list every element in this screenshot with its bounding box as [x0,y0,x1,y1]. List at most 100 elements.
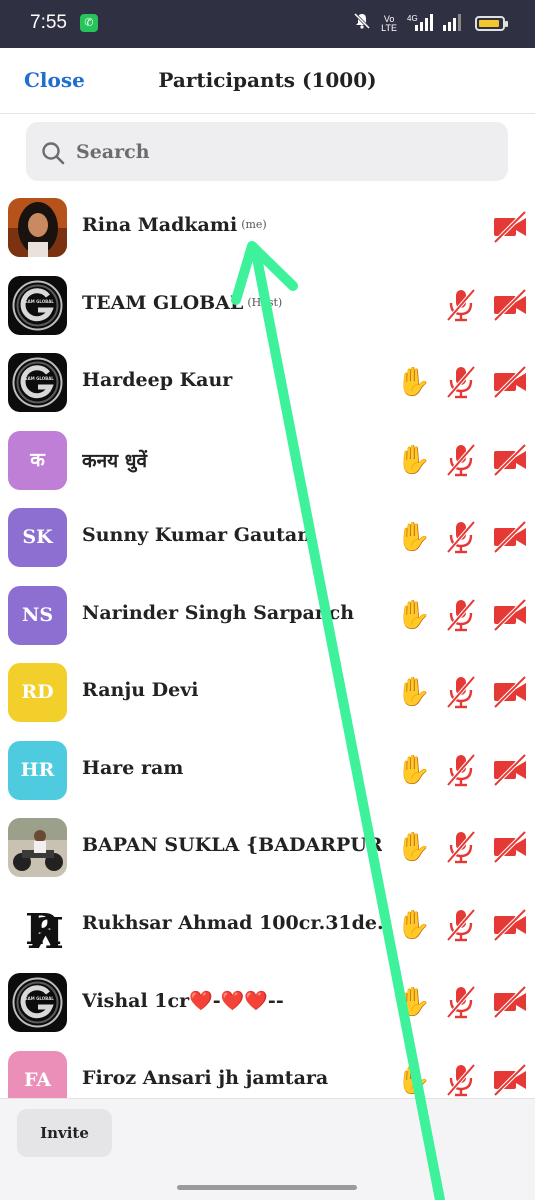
video-off-icon[interactable] [492,829,527,865]
participant-name: Vishal 1cr❤️-❤️❤️-- [82,990,284,1012]
signal-icon: 4G [407,13,433,35]
participants-list[interactable]: Rina Madkami (me) TEAM GLOBAL TEAM GLOBAL (H… [0,190,535,1098]
svg-text:TEAM GLOBAL: TEAM GLOBAL [22,996,54,1001]
participant-row[interactable]: TEAM GLOBAL Hardeep Kaur ✋ [0,345,535,422]
video-off-icon[interactable] [492,442,527,478]
participant-name-wrap: Firoz Ansari jh jamtara [82,1067,382,1089]
avatar [8,198,67,257]
avatar: SK [8,508,67,567]
mic-muted-icon[interactable] [444,597,478,633]
participant-row[interactable]: FA Firoz Ansari jh jamtara ✋ [0,1043,535,1098]
raised-hand-icon: ✋ [396,752,431,786]
participant-row[interactable]: TEAM GLOBAL Vishal 1cr❤️-❤️❤️-- ✋ [0,965,535,1042]
participant-row[interactable]: HR Hare ram ✋ [0,733,535,810]
avatar: क [8,430,67,490]
signal-icon-2 [443,13,465,35]
participant-row[interactable]: R R Rukhsar Ahmad 100cr.31de... ✋ [0,888,535,965]
mic-muted-icon[interactable] [444,829,478,865]
raised-hand-icon: ✋ [396,907,431,941]
video-off-icon[interactable] [492,674,527,710]
participant-name: Rukhsar Ahmad 100cr.31de... [82,911,382,934]
volte-icon: Vo LTE [381,13,397,33]
participant-row[interactable]: Rina Madkami (me) [0,190,535,267]
avatar: TEAM GLOBAL [8,973,67,1032]
mic-muted-icon[interactable] [444,442,478,478]
raised-hand-icon: ✋ [396,520,431,553]
participant-role-tag: (me) [241,218,267,231]
participant-name-wrap: BAPAN SUKLA {BADARPUR} [82,834,382,856]
participant-name: Hardeep Kaur [82,369,233,391]
search-icon [42,142,65,165]
raised-hand-icon: ✋ [396,675,431,708]
status-bar: 7:55 ✆ Vo LTE 4G [0,0,535,48]
video-off-icon[interactable] [492,907,527,943]
participant-row[interactable]: क कनय धुवें ✋ [0,423,535,500]
participant-name: Rina Madkami [82,214,238,236]
participant-name-wrap: Rina Madkami (me) [82,214,382,236]
participant-name: Narinder Singh Sarpanch [82,601,355,624]
raised-hand-icon: ✋ [396,365,431,398]
video-off-icon[interactable] [492,752,527,788]
participant-name-wrap: Narinder Singh Sarpanch [82,602,382,624]
svg-text:TEAM GLOBAL: TEAM GLOBAL [22,299,54,304]
participant-name-wrap: Rukhsar Ahmad 100cr.31de... [82,912,382,934]
participant-name: Sunny Kumar Gautam [82,524,318,546]
page-title: Participants (1000) [158,68,377,92]
raised-hand-icon: ✋ [396,985,431,1018]
status-icons: Vo LTE 4G [353,12,508,35]
participant-row[interactable]: BAPAN SUKLA {BADARPUR} ✋ [0,810,535,887]
mic-muted-icon[interactable] [444,364,478,400]
mic-muted-icon[interactable] [444,1062,478,1098]
avatar: TEAM GLOBAL [8,353,67,412]
participant-row[interactable]: NS Narinder Singh Sarpanch ✋ [0,578,535,655]
mic-muted-icon[interactable] [444,984,478,1020]
raised-hand-icon: ✋ [396,442,431,476]
raised-hand-icon: ✋ [396,597,431,631]
video-off-icon[interactable] [492,519,527,555]
mic-muted-icon[interactable] [444,907,478,943]
participant-row[interactable]: RD Ranju Devi ✋ [0,655,535,732]
status-time: 7:55 [30,12,67,33]
invite-button[interactable]: Invite [17,1109,112,1157]
home-indicator[interactable] [177,1185,357,1190]
mic-muted-icon[interactable] [444,287,478,323]
battery-icon [475,16,508,31]
video-off-icon[interactable] [492,209,527,245]
video-off-icon[interactable] [492,984,527,1020]
svg-text:TEAM GLOBAL: TEAM GLOBAL [22,376,54,381]
avatar: FA [8,1050,67,1098]
participant-name: Firoz Ansari jh jamtara [82,1066,329,1089]
participant-name: Ranju Devi [82,679,199,701]
footer: Invite [0,1098,535,1200]
participant-role-tag: (Host) [247,295,283,309]
participant-name-wrap: Sunny Kumar Gautam [82,524,382,546]
avatar [8,818,67,877]
svg-text:R: R [28,909,64,955]
video-off-icon[interactable] [492,597,527,633]
participant-row[interactable]: SK Sunny Kumar Gautam ✋ [0,500,535,577]
participant-name: कनय धुवें [82,449,148,472]
search-input[interactable] [76,122,496,181]
participant-row[interactable]: TEAM GLOBAL TEAM GLOBAL (Host) [0,268,535,345]
video-off-icon[interactable] [492,364,527,400]
header: Close Participants (1000) [0,48,535,114]
participant-name-wrap: Ranju Devi [82,679,382,701]
avatar: NS [8,585,67,645]
raised-hand-icon: ✋ [396,1062,431,1096]
participant-name-wrap: Hare ram [82,757,382,779]
mic-muted-icon[interactable] [444,674,478,710]
participant-name-wrap: TEAM GLOBAL (Host) [82,292,382,314]
avatar: TEAM GLOBAL [8,275,67,335]
mic-muted-icon[interactable] [444,519,478,555]
search-bar[interactable] [26,122,508,181]
video-off-icon[interactable] [492,287,527,323]
participant-name: Hare ram [82,756,184,779]
whatsapp-icon: ✆ [80,14,98,32]
participant-name-wrap: कनय धुवें [82,447,382,473]
avatar: HR [8,740,67,800]
participant-name-wrap: Hardeep Kaur [82,369,382,391]
video-off-icon[interactable] [492,1062,527,1098]
participant-name: BAPAN SUKLA {BADARPUR} [82,834,382,856]
participant-name: TEAM GLOBAL [82,291,244,314]
mic-muted-icon[interactable] [444,752,478,788]
